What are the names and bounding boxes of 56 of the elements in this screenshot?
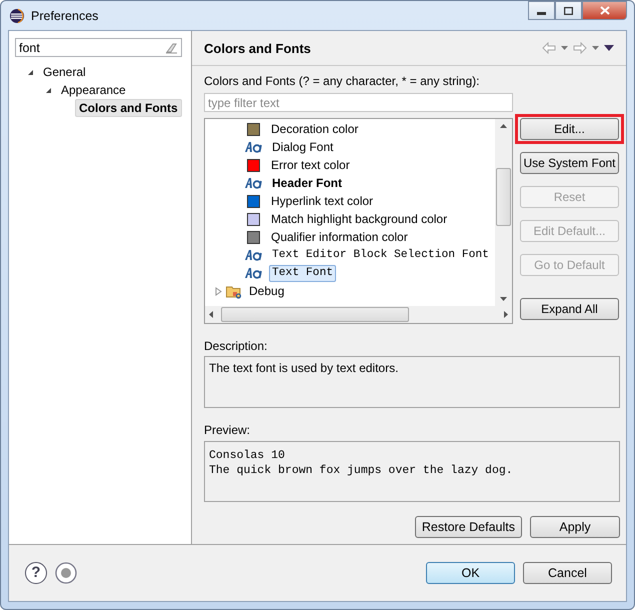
vertical-scrollbar[interactable] bbox=[495, 119, 512, 306]
list-item[interactable]: Text Font bbox=[269, 264, 336, 282]
tree-item[interactable]: General bbox=[39, 63, 90, 81]
page-title: Colors and Fonts bbox=[204, 40, 311, 56]
action-button[interactable]: Apply bbox=[530, 516, 620, 538]
maximize-icon bbox=[564, 6, 573, 14]
dialog-button[interactable]: Cancel bbox=[523, 562, 612, 584]
list-item[interactable]: Header Font bbox=[269, 174, 346, 192]
record-icon[interactable] bbox=[55, 562, 77, 584]
side-button[interactable]: Edit... bbox=[520, 118, 619, 140]
font-icon bbox=[245, 177, 265, 189]
side-button[interactable]: Expand All bbox=[520, 298, 619, 320]
filter-field[interactable]: type filter text bbox=[204, 93, 513, 112]
folder-icon bbox=[226, 284, 242, 298]
description-label: Description: bbox=[204, 338, 268, 354]
list-item[interactable]: Error text color bbox=[268, 156, 353, 174]
collapse-triangle-icon[interactable] bbox=[45, 86, 52, 94]
scroll-down-arrow-icon[interactable] bbox=[500, 297, 507, 301]
scroll-right-arrow-icon[interactable] bbox=[504, 311, 508, 318]
close-icon bbox=[600, 6, 610, 15]
side-button[interactable]: Use System Font bbox=[520, 152, 619, 174]
horizontal-scrollbar[interactable] bbox=[205, 306, 512, 323]
list-item[interactable]: Decoration color bbox=[268, 120, 362, 138]
help-button[interactable]: ? bbox=[25, 562, 47, 584]
font-icon bbox=[245, 267, 265, 279]
minimize-button[interactable] bbox=[528, 1, 555, 20]
list-item[interactable]: Debug bbox=[246, 282, 288, 300]
dialog-button[interactable]: OK bbox=[426, 562, 515, 584]
list-item[interactable]: Hyperlink text color bbox=[268, 192, 376, 210]
tree-item[interactable]: Appearance bbox=[57, 81, 130, 99]
list-item[interactable]: Text Editor Block Selection Font bbox=[269, 246, 492, 264]
search-field[interactable]: font bbox=[15, 38, 182, 57]
scroll-up-arrow-icon[interactable] bbox=[500, 124, 507, 128]
preview-label: Preview: bbox=[204, 422, 252, 438]
list-item[interactable]: Qualifier information color bbox=[268, 228, 411, 246]
collapse-triangle-icon[interactable] bbox=[27, 68, 34, 76]
eraser-icon[interactable] bbox=[165, 42, 178, 54]
expand-triangle-icon[interactable] bbox=[215, 286, 222, 296]
list-item[interactable]: Dialog Font bbox=[269, 138, 336, 156]
scroll-left-arrow-icon[interactable] bbox=[209, 311, 213, 318]
dropdown-caret-icon[interactable] bbox=[592, 46, 599, 50]
font-icon bbox=[245, 249, 265, 261]
preview-text: Consolas 10 bbox=[209, 448, 286, 463]
maximize-button[interactable] bbox=[555, 1, 582, 20]
tree-item[interactable]: Colors and Fonts bbox=[75, 99, 182, 117]
preview-text: The quick brown fox jumps over the lazy dog. bbox=[209, 463, 514, 478]
view-menu-icon[interactable] bbox=[604, 45, 614, 51]
description-text: The text font is used by text editors. bbox=[204, 356, 620, 408]
action-button[interactable]: Restore Defaults bbox=[414, 516, 522, 538]
close-button[interactable] bbox=[582, 1, 627, 20]
filter-label: Colors and Fonts (? = any character, * = any string): bbox=[204, 73, 480, 89]
eclipse-logo-icon bbox=[9, 8, 25, 24]
window-title: Preferences bbox=[31, 8, 98, 22]
font-icon bbox=[245, 141, 265, 153]
list-item[interactable]: Match highlight background color bbox=[268, 210, 450, 228]
dropdown-caret-icon[interactable] bbox=[561, 46, 568, 50]
